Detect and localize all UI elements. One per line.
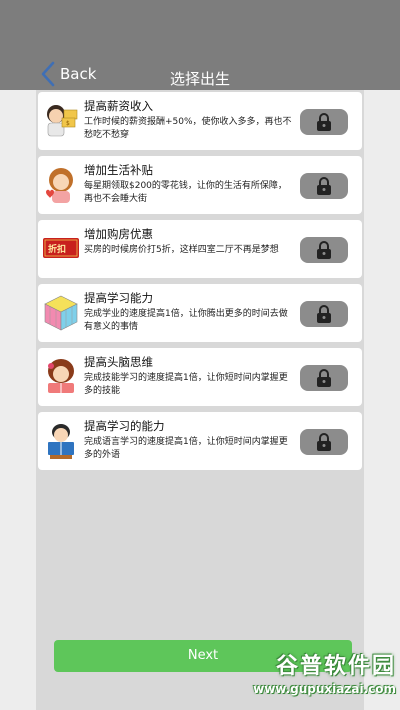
perk-description: 完成语言学习的速度提高1倍，让你短时间内掌握更多的外语 — [84, 437, 288, 460]
left-margin — [0, 90, 36, 710]
perk-card-thinking: 提高头脑思维 完成技能学习的速度提高1倍，让你短时间内掌握更多的技能 — [38, 348, 362, 406]
girl-reading-icon — [48, 359, 74, 393]
perk-card-language: 提高学习的能力 完成语言学习的速度提高1倍，让你短时间内掌握更多的外语 — [38, 412, 362, 470]
unlock-button[interactable] — [300, 365, 348, 391]
money-person-icon: $ — [47, 105, 78, 137]
boy-reading-icon — [48, 424, 74, 459]
perk-description: 完成学业的速度提高1倍，让你腾出更多的时间去做有意义的事情 — [84, 309, 288, 332]
perk-title: 增加生活补贴 — [84, 163, 153, 177]
rubiks-cube-icon — [44, 295, 78, 331]
lock-icon — [317, 177, 331, 195]
unlock-button[interactable] — [300, 237, 348, 263]
perk-list: $ 提高薪资收入 工作时候的薪资报酬+50%，使你收入多多，再也不愁吃不愁穿 增… — [38, 92, 362, 476]
discount-badge-icon: 折扣 — [43, 238, 79, 258]
perk-description: 工作时候的薪资报酬+50%，使你收入多多，再也不愁吃不愁穿 — [84, 117, 292, 140]
perk-title: 提高头脑思维 — [84, 355, 153, 369]
unlock-button[interactable] — [300, 301, 348, 327]
unlock-button[interactable] — [300, 429, 348, 455]
unlock-button[interactable] — [300, 109, 348, 135]
perk-title: 增加购房优惠 — [84, 227, 153, 241]
perk-description: 每星期领取$200的零花钱，让你的生活有所保障，再也不会睡大街 — [84, 181, 287, 204]
perk-title: 提高薪资收入 — [84, 99, 153, 113]
perk-description: 完成技能学习的速度提高1倍，让你短时间内掌握更多的技能 — [84, 373, 288, 396]
perk-card-salary: $ 提高薪资收入 工作时候的薪资报酬+50%，使你收入多多，再也不愁吃不愁穿 — [38, 92, 362, 150]
lock-icon — [317, 305, 331, 323]
lock-icon — [317, 241, 331, 259]
perk-card-allowance: 增加生活补贴 每星期领取$200的零花钱，让你的生活有所保障，再也不会睡大街 — [38, 156, 362, 214]
girl-heart-icon — [46, 168, 73, 203]
watermark-url: www.gupuxiazai.com — [253, 682, 396, 696]
svg-text:$: $ — [66, 120, 70, 127]
lock-icon — [317, 113, 331, 131]
watermark-title: 谷普软件园 — [275, 654, 396, 679]
perk-description: 买房的时候房价打5折，这样四室二厅不再是梦想 — [84, 245, 279, 255]
watermark: 谷普软件园 www.gupuxiazai.com — [218, 648, 396, 708]
perk-card-study: 提高学习能力 完成学业的速度提高1倍，让你腾出更多的时间去做有意义的事情 — [38, 284, 362, 342]
perk-title: 提高学习能力 — [84, 291, 153, 305]
page-title: 选择出生 — [169, 70, 230, 88]
lock-icon — [317, 369, 331, 387]
unlock-button[interactable] — [300, 173, 348, 199]
discount-badge-text: 折扣 — [48, 243, 66, 255]
perk-title: 提高学习的能力 — [84, 419, 165, 433]
right-margin — [364, 90, 400, 710]
perk-card-housing: 折扣 增加购房优惠 买房的时候房价打5折，这样四室二厅不再是梦想 — [38, 220, 362, 278]
lock-icon — [317, 433, 331, 451]
